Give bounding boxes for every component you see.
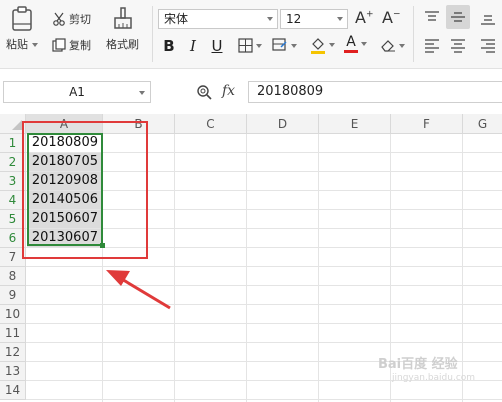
watermark-text: Bai百度 经验 xyxy=(378,357,458,372)
watermark: Bai百度 经验 xyxy=(378,353,458,372)
watermark-sub: jingyan.baidu.com xyxy=(392,373,476,383)
watermark-url: jingyan.baidu.com xyxy=(392,373,475,383)
annotation-arrow xyxy=(106,270,171,310)
